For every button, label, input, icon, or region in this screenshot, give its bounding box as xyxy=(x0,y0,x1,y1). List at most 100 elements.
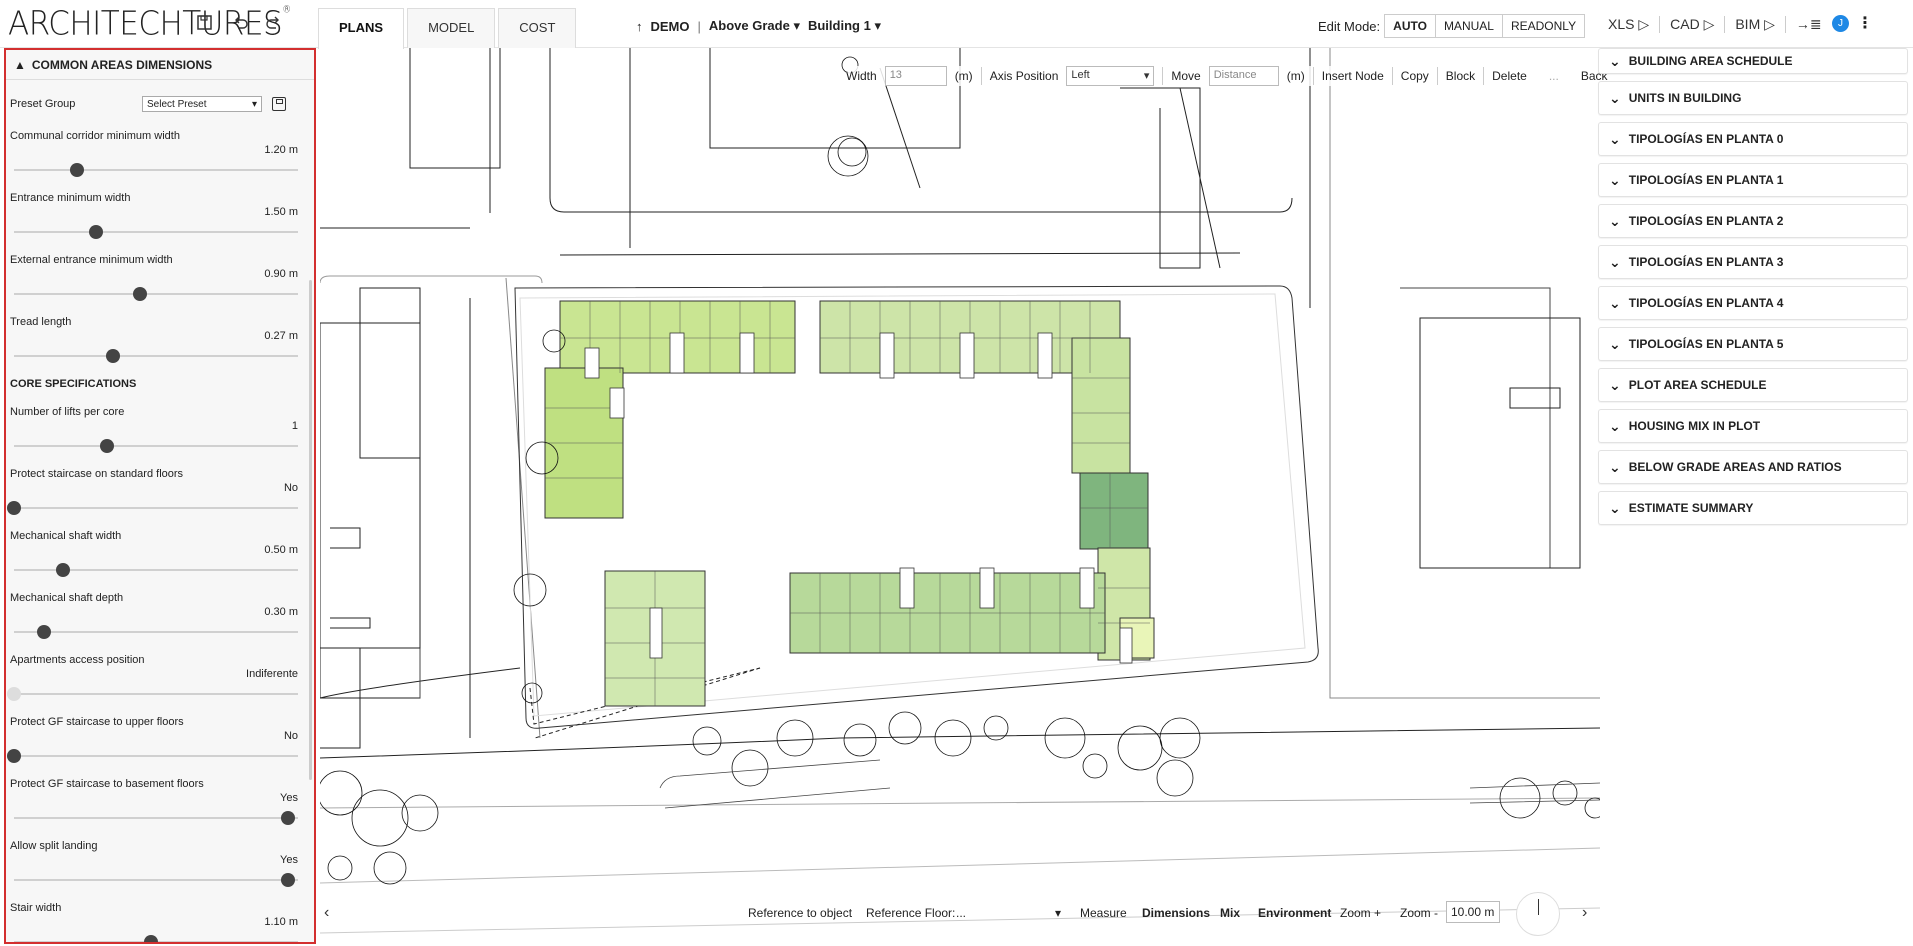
edit-toolbar: Width 13 (m) Axis Position Left ▾ Move D… xyxy=(846,66,1608,86)
redo-icon[interactable] xyxy=(264,14,282,32)
slider-handle[interactable] xyxy=(7,501,21,515)
preset-group-row: Preset Group Select Preset ▾ xyxy=(10,92,310,116)
building-dropdown[interactable]: Building 1 ▾ xyxy=(808,18,881,34)
slider-handle[interactable] xyxy=(105,349,120,363)
panel-scrollbar[interactable] xyxy=(309,280,312,780)
dimensions-toggle[interactable]: Dimensions xyxy=(1142,906,1210,920)
export-cad-button[interactable]: CAD ▷ xyxy=(1660,16,1726,33)
export-xls-button[interactable]: XLS ▷ xyxy=(1598,16,1661,33)
slider-handle[interactable] xyxy=(70,163,85,177)
panel-header[interactable]: ▲ COMMON AREAS DIMENSIONS xyxy=(6,50,314,80)
preset-select[interactable]: Select Preset ▾ xyxy=(142,96,262,112)
edit-mode-readonly[interactable]: READONLY xyxy=(1503,15,1584,37)
axis-position-label: Axis Position xyxy=(989,69,1059,83)
chevron-right-icon[interactable]: › xyxy=(1582,904,1587,922)
slider-track[interactable] xyxy=(14,293,298,295)
slider-track[interactable] xyxy=(14,231,298,233)
slider-handle[interactable] xyxy=(37,625,52,639)
copy-button[interactable]: Copy xyxy=(1401,69,1429,83)
slider-handle[interactable] xyxy=(281,873,295,887)
chevron-down-icon: ⌄ xyxy=(1609,213,1621,229)
block-button[interactable]: Block xyxy=(1446,69,1475,83)
tab-model[interactable]: MODEL xyxy=(407,8,496,48)
chevron-down-icon: ⌄ xyxy=(1609,131,1621,147)
tab-plans[interactable]: PLANS xyxy=(318,8,405,49)
accordion-tipolog-as-en-planta-1[interactable]: ⌄ TIPOLOGÍAS EN PLANTA 1 xyxy=(1598,163,1908,197)
slider-handle[interactable] xyxy=(56,563,71,577)
param-value: 1 xyxy=(291,420,298,432)
tab-cost[interactable]: COST xyxy=(498,8,577,48)
param-value: 0.90 m xyxy=(264,268,298,280)
environment-toggle[interactable]: Environment xyxy=(1258,906,1331,920)
more-menu-icon[interactable]: ⋮ xyxy=(1857,13,1873,33)
axis-position-select[interactable]: Left ▾ xyxy=(1066,66,1155,86)
slider-track[interactable] xyxy=(14,507,298,509)
reference-to-object-toggle[interactable]: Reference to object xyxy=(748,906,852,920)
param-label: Stair width xyxy=(10,902,62,914)
export-bim-button[interactable]: BIM ▷ xyxy=(1725,16,1786,33)
more-ellipsis[interactable]: ... xyxy=(1549,69,1559,83)
accordion-tipolog-as-en-planta-4[interactable]: ⌄ TIPOLOGÍAS EN PLANTA 4 xyxy=(1598,286,1908,320)
accordion-building-area-schedule[interactable]: ⌄ BUILDING AREA SCHEDULE xyxy=(1598,48,1908,74)
slider-track[interactable] xyxy=(14,445,298,447)
edit-mode-manual[interactable]: MANUAL xyxy=(1436,15,1503,37)
save-preset-icon[interactable] xyxy=(272,97,286,111)
panel-title: COMMON AREAS DIMENSIONS xyxy=(31,57,213,72)
slider-handle[interactable] xyxy=(144,935,158,942)
undo-icon[interactable] xyxy=(232,14,250,32)
param-slider-row: Number of lifts per core 1 xyxy=(10,406,310,468)
slider-handle[interactable] xyxy=(281,811,295,825)
slider-track[interactable] xyxy=(14,693,298,695)
slider-handle[interactable] xyxy=(133,287,148,301)
zoom-out-button[interactable]: Zoom - xyxy=(1400,906,1438,920)
accordion-housing-mix-in-plot[interactable]: ⌄ HOUSING MIX IN PLOT xyxy=(1598,409,1908,443)
chevron-down-icon: ⌄ xyxy=(1609,295,1621,311)
project-name[interactable]: DEMO xyxy=(651,19,690,34)
chevron-left-icon[interactable]: ‹ xyxy=(324,904,329,922)
slider-handle[interactable] xyxy=(7,749,21,763)
avatar[interactable]: J xyxy=(1832,15,1849,32)
divider xyxy=(1483,67,1485,85)
slider-track[interactable] xyxy=(14,817,298,819)
save-icon[interactable] xyxy=(196,14,214,32)
accordion-tipolog-as-en-planta-0[interactable]: ⌄ TIPOLOGÍAS EN PLANTA 0 xyxy=(1598,122,1908,156)
slider-track[interactable] xyxy=(14,879,298,881)
edit-mode-auto[interactable]: AUTO xyxy=(1385,15,1436,37)
measure-button[interactable]: Measure xyxy=(1080,906,1127,920)
mix-toggle[interactable]: Mix xyxy=(1220,906,1240,920)
param-value: Yes xyxy=(280,792,298,804)
core-specifications-heading: CORE SPECIFICATIONS xyxy=(10,378,137,390)
param-value: 0.27 m xyxy=(264,330,298,342)
slider-handle[interactable] xyxy=(100,439,115,453)
slider-handle[interactable] xyxy=(89,225,104,239)
slider-track[interactable] xyxy=(14,631,298,633)
param-slider-row: Apartments access position Indiferente xyxy=(7,654,310,716)
accordion-tipolog-as-en-planta-5[interactable]: ⌄ TIPOLOGÍAS EN PLANTA 5 xyxy=(1598,327,1908,361)
accordion-estimate-summary[interactable]: ⌄ ESTIMATE SUMMARY xyxy=(1598,491,1908,525)
export-list-icon[interactable]: →≣ xyxy=(1786,16,1832,33)
move-distance-input[interactable]: Distance xyxy=(1208,66,1279,86)
accordion-tipolog-as-en-planta-2[interactable]: ⌄ TIPOLOGÍAS EN PLANTA 2 xyxy=(1598,204,1908,238)
north-compass-icon[interactable] xyxy=(1516,892,1560,936)
export-buttons: XLS ▷ CAD ▷ BIM ▷ →≣ xyxy=(1598,16,1832,33)
width-input[interactable]: 13 xyxy=(884,66,947,86)
plan-canvas[interactable] xyxy=(320,48,1600,938)
param-label: Tread length xyxy=(10,316,72,328)
accordion-units-in-building[interactable]: ⌄ UNITS IN BUILDING xyxy=(1598,81,1908,115)
delete-button[interactable]: Delete xyxy=(1492,69,1527,83)
slider-track[interactable] xyxy=(14,169,298,171)
zoom-in-button[interactable]: Zoom + xyxy=(1340,906,1381,920)
slider-track[interactable] xyxy=(14,355,298,357)
accordion-tipolog-as-en-planta-3[interactable]: ⌄ TIPOLOGÍAS EN PLANTA 3 xyxy=(1598,245,1908,279)
grade-dropdown[interactable]: Above Grade ▾ xyxy=(709,18,800,34)
accordion-below-grade-areas-and-ratios[interactable]: ⌄ BELOW GRADE AREAS AND RATIOS xyxy=(1598,450,1908,484)
reference-floor-value[interactable]: ... xyxy=(956,906,966,920)
accordion-label: TIPOLOGÍAS EN PLANTA 0 xyxy=(1628,132,1784,146)
slider-track[interactable] xyxy=(14,755,298,757)
zoom-scale-input[interactable]: 10.00 m xyxy=(1446,901,1500,923)
accordion-plot-area-schedule[interactable]: ⌄ PLOT AREA SCHEDULE xyxy=(1598,368,1908,402)
chevron-down-icon[interactable]: ▾ xyxy=(1055,906,1061,920)
insert-node-button[interactable]: Insert Node xyxy=(1322,69,1384,83)
param-slider-row: Entrance minimum width 1.50 m xyxy=(10,192,310,254)
up-arrow-icon[interactable]: ↑ xyxy=(636,19,643,34)
